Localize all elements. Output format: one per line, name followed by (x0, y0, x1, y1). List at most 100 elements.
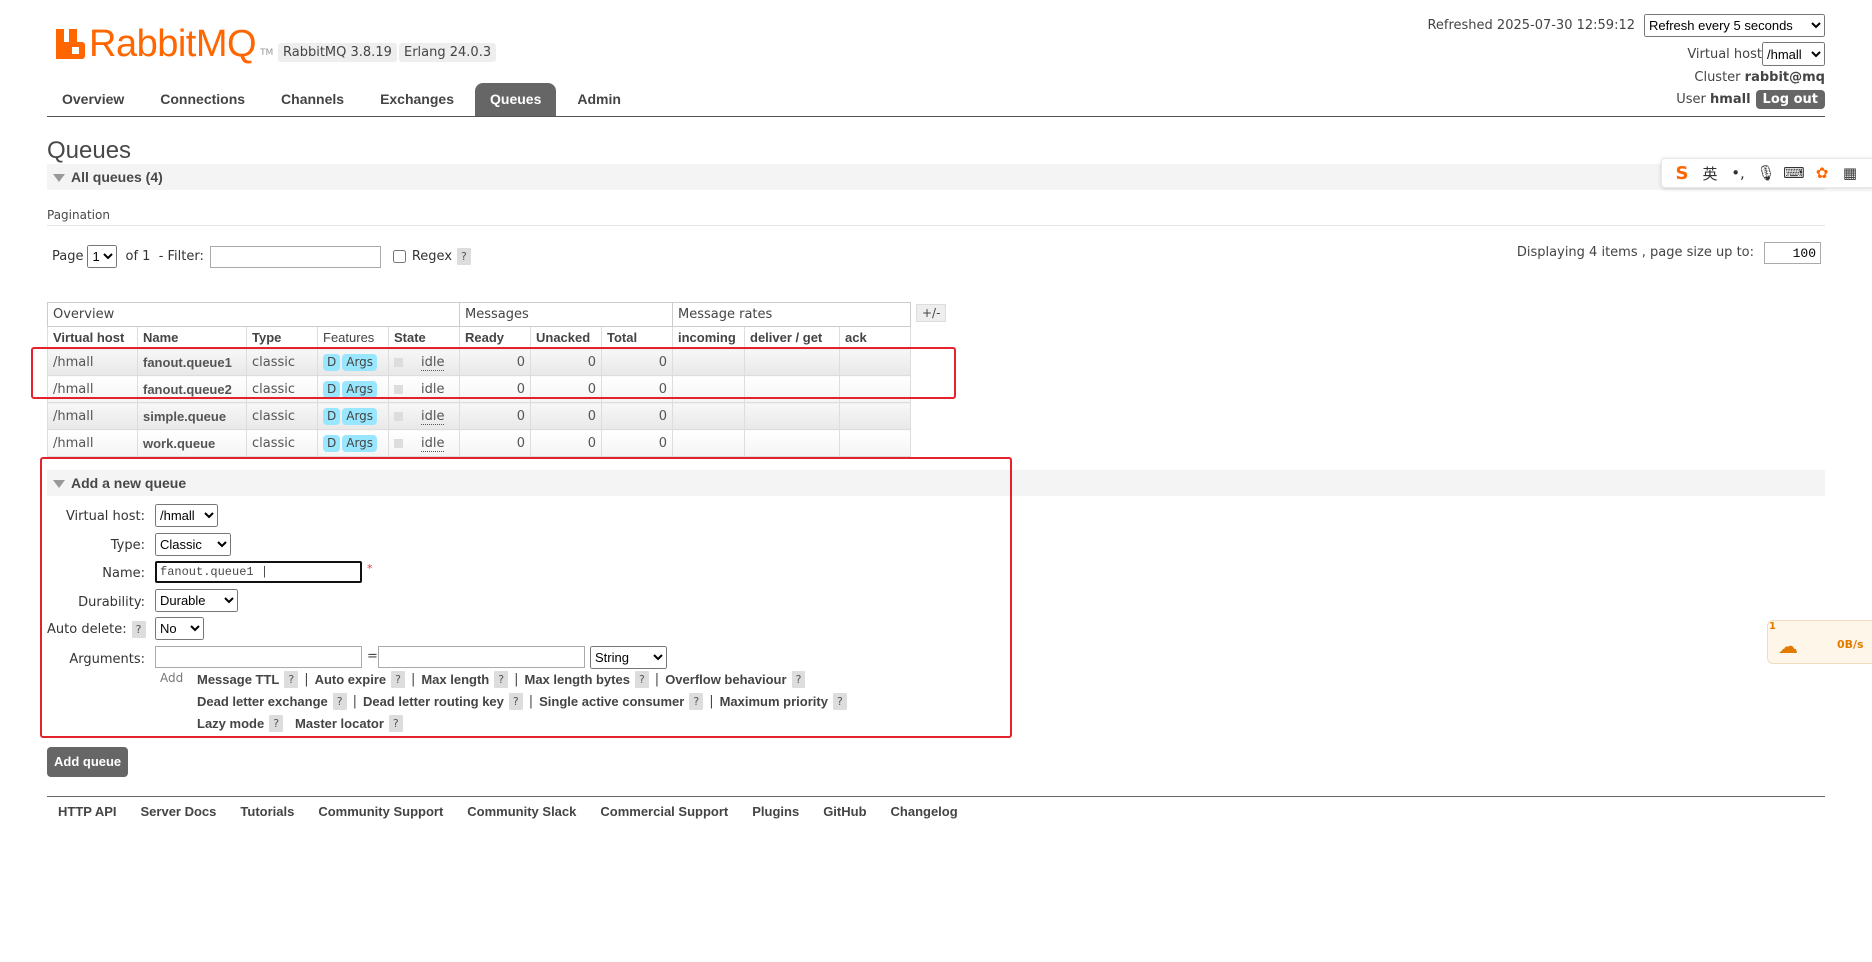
brand-name: RabbitMQ (89, 23, 257, 65)
page-label: Page (52, 249, 84, 264)
ime-toolbar: S 英 •, 🎙 ⌨ ✿ ▦ (1661, 158, 1872, 188)
footer-link-changelog[interactable]: Changelog (891, 804, 958, 819)
add-queue-button[interactable]: Add queue (47, 747, 129, 777)
row-deliver-get (744, 429, 840, 457)
skin-icon[interactable]: ✿ (1808, 164, 1836, 182)
row-incoming (672, 429, 745, 457)
collapse-triangle-icon (53, 174, 65, 182)
regex-label: Regex (411, 249, 453, 264)
english-mode-icon[interactable]: 英 (1696, 163, 1724, 184)
page-select[interactable]: 1 (87, 245, 118, 268)
tab-admin[interactable]: Admin (562, 83, 636, 116)
footer-link-github[interactable]: GitHub (823, 804, 866, 819)
cloud-upload-icon: ☁ (1778, 634, 1798, 658)
sogou-logo-icon[interactable]: S (1668, 163, 1696, 184)
network-speed: 0B/s (1837, 638, 1864, 651)
row-type: classic (246, 402, 318, 430)
tab-queues[interactable]: Queues (475, 83, 557, 116)
state-indicator-icon (394, 438, 403, 448)
page-size-input[interactable] (1764, 242, 1821, 264)
footer-link-plugins[interactable]: Plugins (752, 804, 799, 819)
columns-toggle-button[interactable]: +/- (916, 304, 947, 322)
row-unacked: 0 (530, 429, 602, 457)
highlight-fanout-queues (31, 347, 956, 399)
col-state[interactable]: State (388, 326, 460, 349)
row-features: D Args (317, 429, 389, 457)
row-vhost: /hmall (47, 429, 138, 457)
network-badge: 1 (1769, 621, 1776, 632)
displaying-count: Displaying 4 items , page size up to: (1516, 245, 1754, 260)
footer-link-server-docs[interactable]: Server Docs (141, 804, 217, 819)
table-row[interactable]: /hmall work.queue classic D Args idle 0 0… (47, 429, 911, 457)
cluster-info: Cluster rabbit@mq (1694, 70, 1825, 85)
durable-feature-badge: D (323, 434, 341, 452)
regex-checkbox[interactable] (392, 250, 406, 263)
user-name: hmall (1710, 92, 1751, 107)
rabbitmq-logo[interactable]: RabbitMQ TM (56, 24, 273, 64)
virtual-host-select[interactable]: /hmall (1762, 42, 1825, 66)
refreshed-timestamp: Refreshed 2025-07-30 12:59:12 (1427, 18, 1635, 33)
col-ready[interactable]: Ready (459, 326, 531, 349)
col-incoming[interactable]: incoming (672, 326, 745, 349)
footer-link-tutorials[interactable]: Tutorials (240, 804, 294, 819)
row-type: classic (246, 429, 318, 457)
state-indicator-icon (394, 411, 403, 421)
row-vhost: /hmall (47, 402, 138, 430)
tab-connections[interactable]: Connections (145, 83, 260, 116)
durable-feature-badge: D (323, 407, 341, 425)
col-features[interactable]: Features (317, 326, 389, 349)
user-label: User (1676, 92, 1706, 107)
page-of-label: of 1 (125, 249, 151, 264)
col-virtual-host[interactable]: Virtual host (47, 326, 138, 349)
rabbit-logo-icon (56, 29, 85, 59)
col-type[interactable]: Type (246, 326, 318, 349)
row-ack (839, 402, 911, 430)
cluster-name: rabbit@mq (1744, 70, 1825, 85)
row-total: 0 (601, 402, 673, 430)
row-incoming (672, 402, 745, 430)
group-header-messages: Messages (459, 302, 673, 327)
pagination-controls: Page 1 of 1 - Filter: Regex ? (52, 245, 471, 268)
footer-links: HTTP API Server Docs Tutorials Community… (58, 804, 982, 819)
pagination-label: Pagination (47, 208, 110, 222)
footer-link-commercial-support[interactable]: Commercial Support (600, 804, 728, 819)
table-row[interactable]: /hmall simple.queue classic D Args idle 0… (47, 402, 911, 430)
trademark: TM (260, 48, 274, 58)
grid-menu-icon[interactable]: ▦ (1836, 164, 1864, 182)
row-ready: 0 (459, 429, 531, 457)
user-info: User hmall Log out (1676, 90, 1825, 109)
punctuation-icon[interactable]: •, (1724, 164, 1752, 182)
footer-link-http-api[interactable]: HTTP API (58, 804, 117, 819)
refresh-interval-select[interactable]: Refresh every 5 seconds (1644, 14, 1825, 37)
logout-button[interactable]: Log out (1755, 90, 1825, 109)
queue-name-link[interactable]: simple.queue (137, 402, 247, 430)
footer-link-community-slack[interactable]: Community Slack (467, 804, 576, 819)
col-unacked[interactable]: Unacked (530, 326, 602, 349)
filter-input[interactable] (209, 245, 381, 268)
col-ack[interactable]: ack (839, 326, 911, 349)
row-total: 0 (601, 429, 673, 457)
highlight-add-queue-form (40, 457, 1012, 738)
footer-divider (47, 796, 1825, 797)
row-features: D Args (317, 402, 389, 430)
pagination-divider (47, 225, 1825, 226)
col-name[interactable]: Name (137, 326, 247, 349)
group-header-overview: Overview (47, 302, 460, 327)
footer-link-community-support[interactable]: Community Support (318, 804, 443, 819)
args-feature-badge: Args (342, 434, 378, 452)
rabbitmq-version-badge: RabbitMQ 3.8.19 (278, 43, 397, 62)
row-state: idle (388, 402, 460, 430)
tab-channels[interactable]: Channels (266, 83, 359, 116)
row-deliver-get (744, 402, 840, 430)
regex-help-icon[interactable]: ? (457, 248, 471, 265)
all-queues-toggle[interactable]: All queues (4) (47, 164, 1825, 190)
row-state: idle (388, 429, 460, 457)
col-total[interactable]: Total (601, 326, 673, 349)
row-ready: 0 (459, 402, 531, 430)
keyboard-icon[interactable]: ⌨ (1780, 164, 1808, 182)
tab-exchanges[interactable]: Exchanges (365, 83, 469, 116)
microphone-icon[interactable]: 🎙 (1752, 164, 1780, 182)
col-deliver-get[interactable]: deliver / get (744, 326, 840, 349)
queue-name-link[interactable]: work.queue (137, 429, 247, 457)
tab-overview[interactable]: Overview (47, 83, 139, 116)
